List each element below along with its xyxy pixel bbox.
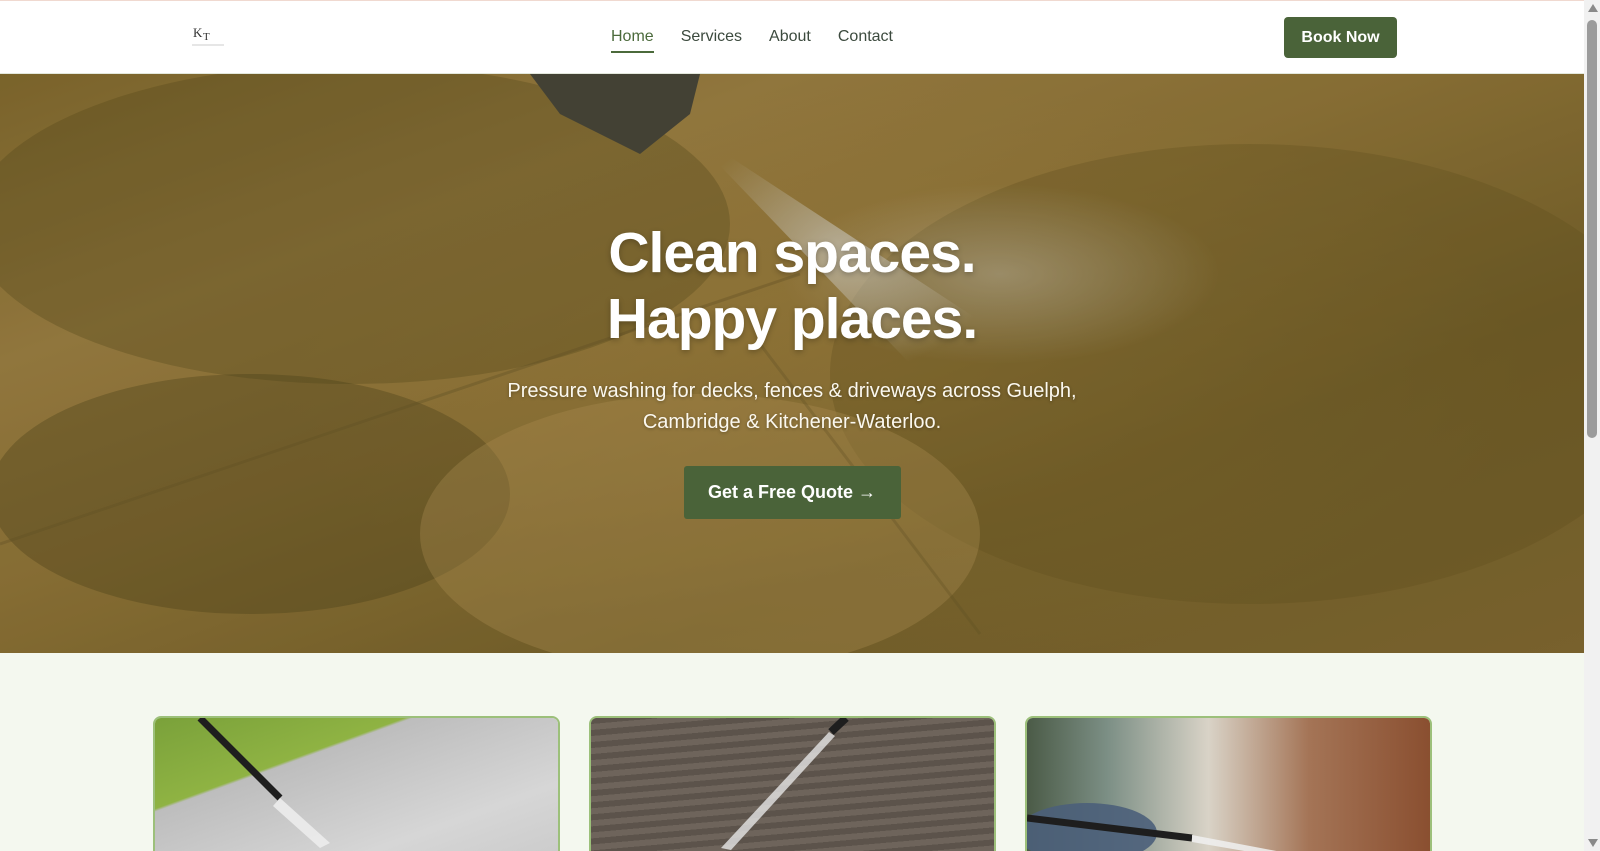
hero-subtitle-line2: Cambridge & Kitchener-Waterloo. — [642, 411, 942, 433]
company-logo[interactable]: K T — [190, 21, 226, 49]
free-quote-button[interactable]: Get a Free Quote → — [683, 466, 901, 519]
scroll-thumb[interactable] — [1587, 20, 1597, 438]
scroll-down-arrow-icon[interactable] — [1588, 839, 1598, 847]
scroll-up-arrow-icon[interactable] — [1588, 4, 1598, 12]
hero-title: Clean spaces. Happy places. — [0, 220, 1584, 352]
hero-content: Clean spaces. Happy places. Pressure was… — [0, 220, 1584, 519]
hero-subtitle: Pressure washing for decks, fences & dri… — [482, 376, 1102, 438]
page-viewport: K T Home Services About Contact Book Now — [0, 0, 1584, 851]
main-nav: Home Services About Contact — [611, 27, 893, 53]
pressure-wand-icon — [1027, 803, 1277, 851]
pressure-wand-icon — [197, 718, 330, 848]
nav-contact-link[interactable]: Contact — [838, 27, 893, 53]
service-card[interactable] — [589, 716, 996, 851]
nav-about-link[interactable]: About — [769, 27, 811, 53]
svg-text:T: T — [203, 31, 210, 43]
hero-subtitle-line1: Pressure washing for decks, fences & dri… — [507, 380, 1077, 402]
service-cards — [153, 716, 1432, 851]
nav-services-link[interactable]: Services — [681, 27, 742, 53]
pressure-wand-icon — [721, 718, 849, 850]
vertical-scrollbar[interactable] — [1584, 0, 1600, 851]
book-now-button[interactable]: Book Now — [1284, 17, 1397, 58]
hero-section: Clean spaces. Happy places. Pressure was… — [0, 74, 1584, 653]
hero-title-line1: Clean spaces. — [608, 221, 976, 285]
service-card[interactable] — [153, 716, 560, 851]
svg-text:K: K — [193, 25, 203, 40]
site-header: K T Home Services About Contact Book Now — [0, 0, 1584, 74]
hero-title-line2: Happy places. — [606, 287, 978, 351]
service-card[interactable] — [1025, 716, 1432, 851]
nav-home-link[interactable]: Home — [611, 27, 654, 53]
